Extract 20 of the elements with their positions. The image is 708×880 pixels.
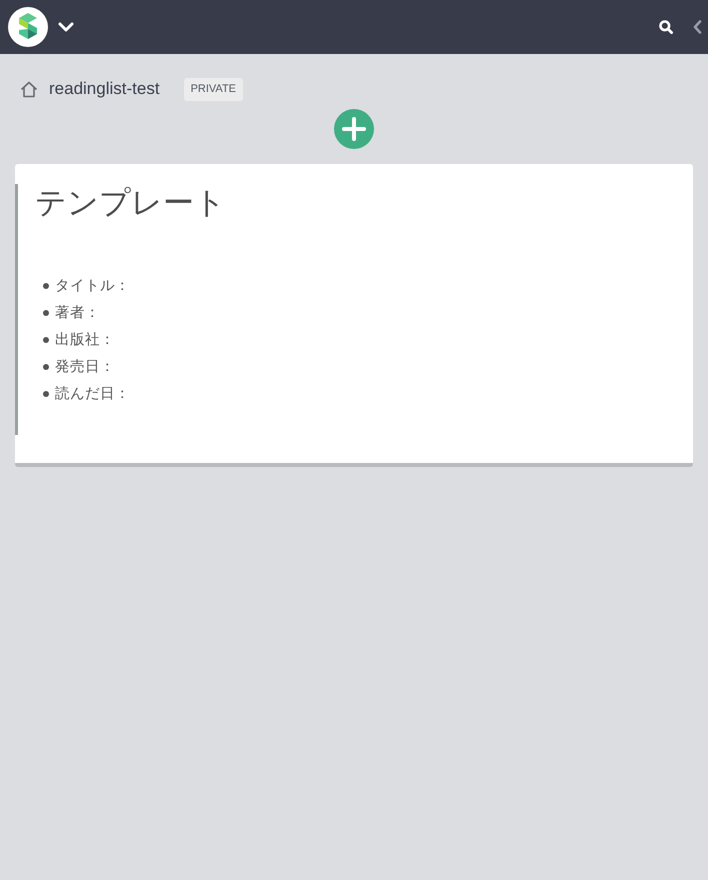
bullet-icon — [43, 390, 49, 396]
notebook-title[interactable]: readinglist-test — [49, 79, 160, 99]
bullet-icon — [43, 364, 49, 370]
private-badge: PRIVATE — [184, 78, 243, 100]
search-icon[interactable] — [659, 20, 673, 34]
bullet-icon — [43, 336, 49, 342]
logo-icon[interactable] — [8, 7, 48, 47]
bullet-icon — [43, 282, 49, 288]
list-item-text: タイトル： — [55, 277, 130, 295]
list-item-text: 出版社： — [55, 331, 115, 349]
bullet-icon — [43, 310, 49, 316]
plus-icon — [342, 117, 366, 141]
chevron-left-icon[interactable] — [693, 20, 702, 34]
home-icon[interactable] — [20, 80, 38, 98]
chevron-down-icon[interactable] — [58, 22, 74, 32]
add-button[interactable] — [334, 109, 374, 149]
list-item-text: 読んだ日： — [55, 385, 130, 403]
list-item-text: 発売日： — [55, 358, 115, 376]
note-heading: テンプレート — [35, 184, 227, 222]
list-item-text: 著者： — [55, 304, 100, 322]
